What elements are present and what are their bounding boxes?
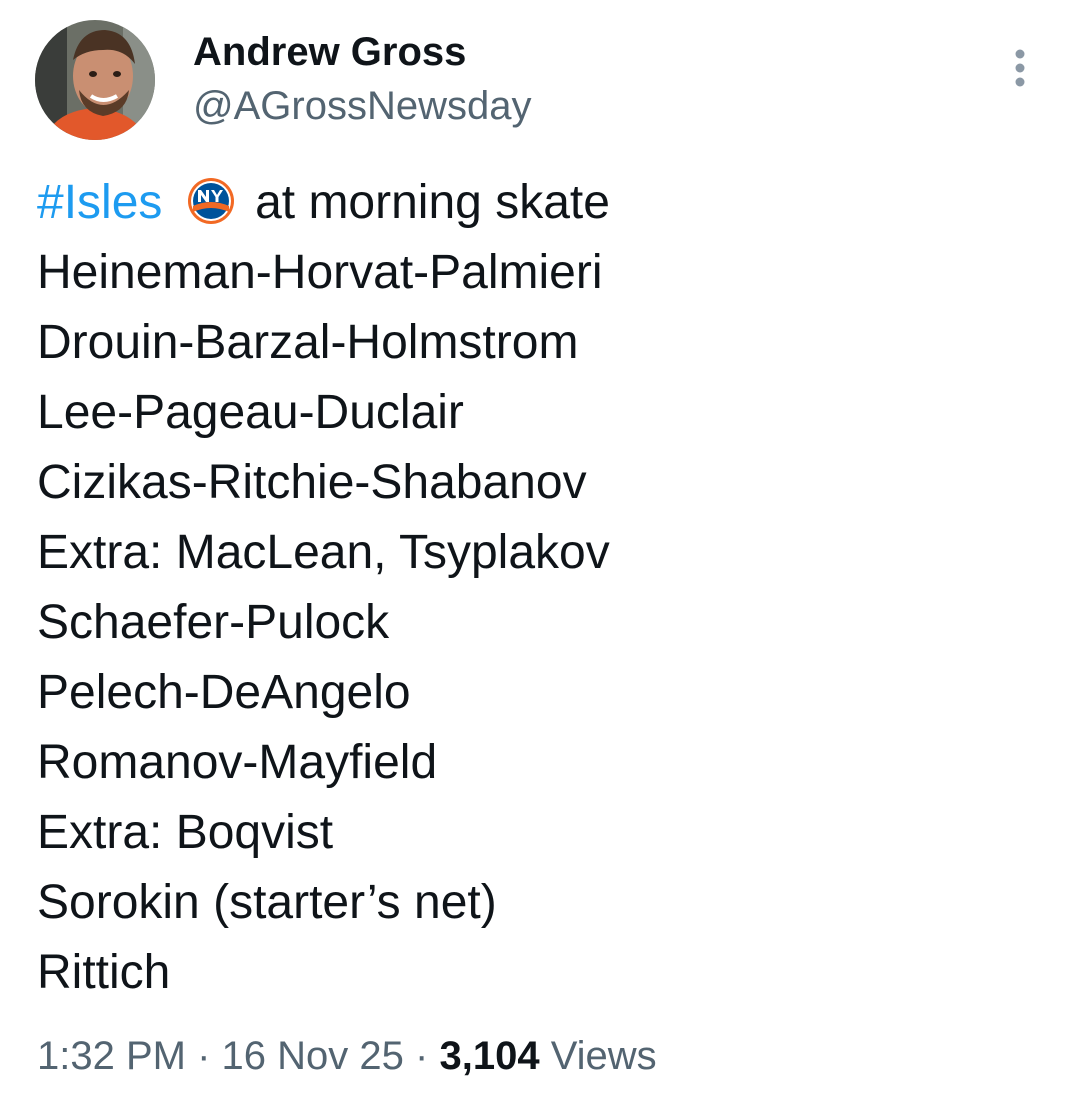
tweet-line: Sorokin (starter’s net) (37, 876, 497, 929)
tweet-text: #Isles at morning skate Heineman-Horvat-… (37, 168, 1057, 1008)
views-label: Views (550, 1034, 657, 1078)
avatar[interactable] (35, 20, 155, 140)
tweet-line: Romanov-Mayfield (37, 736, 438, 789)
tweet-line: Drouin-Barzal-Holmstrom (37, 316, 579, 369)
tweet-line: Pelech-DeAngelo (37, 666, 411, 719)
more-options-button[interactable] (1000, 44, 1040, 92)
tweet-line: Heineman-Horvat-Palmieri (37, 246, 603, 299)
hashtag-link[interactable]: #Isles (37, 176, 162, 229)
separator-dot: · (415, 1034, 429, 1078)
tweet-line: Schaefer-Pulock (37, 596, 390, 649)
tweet-metadata: 1:32 PM · 16 Nov 25 · 3,104 Views (37, 1030, 657, 1082)
tweet-line: Rittich (37, 946, 171, 999)
islanders-logo-icon (187, 178, 234, 224)
tweet-first-line-text: at morning skate (255, 176, 610, 229)
separator-dot: · (197, 1034, 211, 1078)
tweet-line: Extra: Boqvist (37, 806, 334, 859)
tweet-line: Extra: MacLean, Tsyplakov (37, 526, 610, 579)
tweet-first-line: #Isles at morning skate (37, 168, 1057, 238)
more-vertical-icon (1015, 49, 1025, 87)
author-display-name[interactable]: Andrew Gross (193, 26, 466, 78)
author-handle[interactable]: @AGrossNewsday (193, 80, 531, 132)
views-count[interactable]: 3,104 (439, 1034, 539, 1078)
tweet-line: Cizikas-Ritchie-Shabanov (37, 456, 587, 509)
tweet-line: Lee-Pageau-Duclair (37, 386, 464, 439)
tweet-date[interactable]: 16 Nov 25 (222, 1034, 404, 1078)
tweet-time[interactable]: 1:32 PM (37, 1034, 186, 1078)
